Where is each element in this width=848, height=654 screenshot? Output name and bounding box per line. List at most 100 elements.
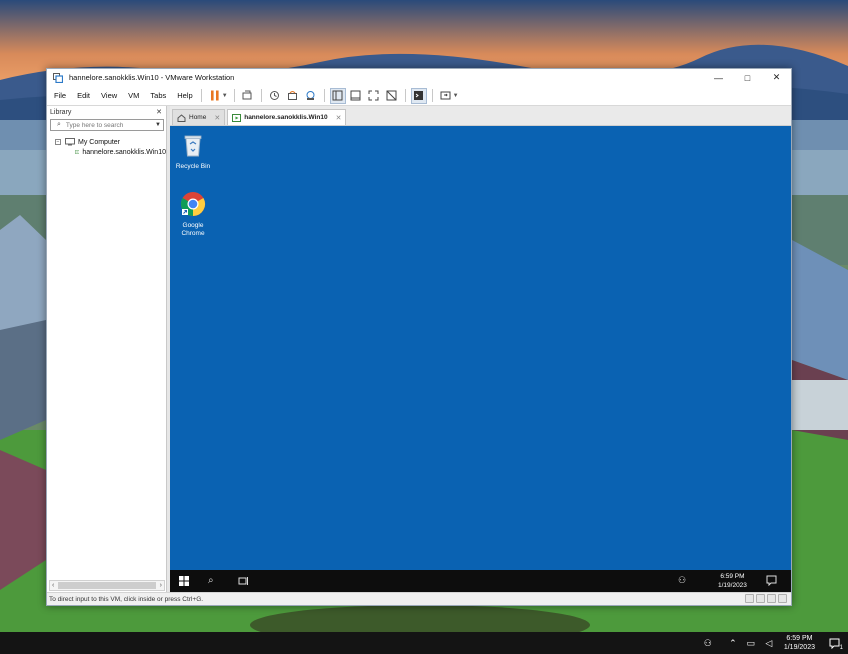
menu-view[interactable]: View [97, 91, 121, 100]
people-icon[interactable]: ⚇ [678, 575, 686, 586]
fullscreen-button[interactable] [366, 88, 382, 104]
guest-clock-time: 6:59 PM [720, 573, 745, 580]
volume-muted-icon[interactable]: ◁ [763, 637, 775, 649]
thumbnail-view-icon [350, 90, 361, 101]
vm-running-icon [75, 150, 80, 154]
network-icon[interactable]: ▭ [745, 637, 757, 649]
console-icon [414, 91, 424, 100]
tree-item-label: hannelore.sanokklis.Win10 [82, 148, 166, 156]
status-text: To direct input to this VM, click inside… [49, 595, 204, 603]
host-clock-date: 1/19/2023 [783, 644, 815, 651]
stretch-icon [440, 91, 451, 100]
tab-label: hannelore.sanokklis.Win10 [244, 114, 328, 121]
send-ctrl-alt-del-button[interactable] [240, 88, 256, 104]
tab-close-icon[interactable]: ✕ [214, 114, 220, 122]
menu-help[interactable]: Help [173, 91, 196, 100]
library-horizontal-scrollbar[interactable]: ‹ › [49, 580, 165, 591]
toolbar-separator [260, 89, 262, 102]
library-view-icon [332, 90, 343, 101]
window-title: hannelore.sanokklis.Win10 - VMware Works… [69, 73, 235, 82]
snapshot-manager-button[interactable] [303, 88, 319, 104]
snapshot-icon [270, 91, 280, 100]
host-taskbar: ⚇ ⌃ ▭ ◁ 6:59 PM 1/19/2023 1 [0, 632, 848, 654]
unity-button[interactable] [384, 88, 400, 104]
menu-tabs[interactable]: Tabs [146, 91, 170, 100]
menu-edit[interactable]: Edit [73, 91, 94, 100]
pause-icon [210, 90, 219, 101]
pause-dropdown-icon[interactable]: ▼ [222, 93, 228, 99]
fullscreen-icon [368, 90, 379, 101]
tab-label: Home [189, 114, 207, 121]
tree-item-label: My Computer [78, 138, 121, 146]
chevron-up-icon[interactable]: ⌃ [727, 637, 739, 649]
minimize-button[interactable]: — [704, 69, 733, 86]
hard-disk-icon[interactable] [745, 594, 754, 603]
tree-item-vm[interactable]: hannelore.sanokklis.Win10 [47, 147, 166, 157]
guest-clock-date: 1/19/2023 [718, 582, 747, 589]
notification-icon[interactable] [766, 575, 777, 586]
toolbar-separator [323, 89, 325, 102]
notification-count: 1 [839, 645, 843, 651]
people-icon[interactable]: ⚇ [702, 637, 714, 649]
notification-icon[interactable]: 1 [828, 637, 843, 651]
search-dropdown-icon[interactable]: ▼ [155, 122, 161, 128]
toolbar-separator [233, 89, 235, 102]
maximize-button[interactable]: □ [733, 69, 762, 86]
device-status-icons [743, 594, 787, 603]
console-view-button[interactable] [410, 87, 427, 104]
windows-start-icon[interactable] [179, 576, 189, 586]
tab-bar: Home ✕ hannelore.sanokklis.Win10 ✕ [170, 106, 791, 126]
tab-home[interactable]: Home ✕ [172, 109, 226, 125]
task-view-icon[interactable] [237, 575, 249, 587]
home-icon [177, 113, 186, 122]
status-bar: To direct input to this VM, click inside… [47, 592, 791, 605]
guest-taskbar: ⌕ ⚇ 6:59 PM 1/19/2023 [170, 570, 791, 592]
tab-vm[interactable]: hannelore.sanokklis.Win10 ✕ [227, 109, 347, 125]
thumbnail-view-button[interactable] [348, 88, 364, 104]
search-icon[interactable]: ⌕ [208, 575, 214, 586]
library-search-placeholder: Type here to search [65, 121, 124, 129]
host-system-tray: ⚇ ⌃ ▭ ◁ 6:59 PM 1/19/2023 1 [699, 632, 848, 654]
revert-snapshot-icon [288, 91, 298, 100]
chrome-icon [180, 192, 206, 216]
close-button[interactable]: ✕ [762, 69, 791, 86]
library-close-icon[interactable]: ✕ [156, 108, 162, 116]
library-panel: Library ✕ ⌕ Type here to search ▼ − My C… [47, 106, 167, 592]
title-bar[interactable]: hannelore.sanokklis.Win10 - VMware Works… [47, 69, 791, 86]
host-clock[interactable]: 6:59 PM 1/19/2023 [784, 634, 815, 652]
network-adapter-icon[interactable] [767, 594, 776, 603]
menu-vm[interactable]: VM [124, 91, 143, 100]
stretch-dropdown-icon[interactable]: ▼ [453, 93, 459, 99]
vmware-app-icon [53, 72, 63, 83]
menu-file[interactable]: File [50, 91, 70, 100]
host-clock-time: 6:59 PM [786, 635, 813, 642]
desktop-icon-google-chrome[interactable]: Google Chrome [171, 191, 215, 238]
scrollbar-thumb[interactable] [58, 582, 156, 589]
message-icon[interactable] [778, 594, 787, 603]
snapshot-button[interactable] [267, 88, 283, 104]
cd-dvd-icon[interactable] [756, 594, 765, 603]
library-view-button[interactable] [329, 87, 346, 104]
desktop-icon-recycle-bin[interactable]: Recycle Bin [171, 132, 215, 171]
tab-close-icon[interactable]: ✕ [336, 114, 342, 122]
library-header: Library ✕ [47, 106, 166, 118]
search-icon: ⌕ [57, 121, 61, 128]
send-ctrl-alt-del-icon [242, 90, 252, 100]
scroll-left-icon[interactable]: ‹ [52, 582, 54, 589]
stretch-button[interactable] [438, 88, 454, 104]
pause-button[interactable] [207, 88, 223, 104]
tree-item-my-computer[interactable]: − My Computer [47, 137, 166, 147]
scroll-right-icon[interactable]: › [160, 582, 162, 589]
desktop-icon-label: Google Chrome [181, 222, 205, 237]
vm-guest-screen[interactable]: Recycle Bin Google Chrome ⌕ ⚇ 6:59 PM 1/… [170, 126, 791, 592]
library-search-input[interactable]: ⌕ Type here to search ▼ [50, 119, 164, 131]
library-title: Library [50, 108, 72, 116]
toolbar-separator [431, 89, 433, 102]
revert-snapshot-button[interactable] [285, 88, 301, 104]
guest-clock[interactable]: 6:59 PM 1/19/2023 [718, 572, 747, 590]
toolbar-separator [404, 89, 406, 102]
collapse-icon[interactable]: − [55, 139, 61, 145]
close-icon: ✕ [772, 72, 781, 82]
library-tree: − My Computer hannelore.sanokklis.Win10 [47, 137, 166, 157]
maximize-icon: □ [744, 72, 751, 83]
